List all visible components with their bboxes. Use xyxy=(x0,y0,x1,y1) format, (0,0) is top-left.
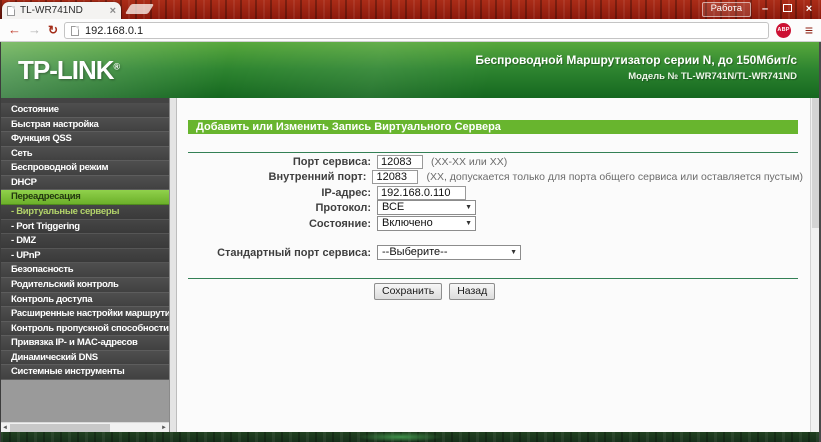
save-button[interactable]: Сохранить xyxy=(374,283,443,300)
window-controls: Работа – × xyxy=(701,1,817,17)
internal-port-row: Внутренний порт: (XX, допускается только… xyxy=(188,169,803,184)
sidebar-item-qss[interactable]: Функция QSS xyxy=(0,132,169,147)
sidebar-horizontal-scrollbar[interactable]: ◄ ► xyxy=(0,422,169,432)
sidebar-item-parental-control[interactable]: Родительский контроль xyxy=(0,277,169,293)
sidebar-item-quick-setup[interactable]: Быстрая настройка xyxy=(0,117,169,133)
tab-close-icon[interactable]: × xyxy=(110,5,116,16)
internal-port-hint: (XX, допускается только для порта общего… xyxy=(426,170,803,183)
ip-address-row: IP-адрес: xyxy=(188,185,803,200)
sidebar-item-dmz[interactable]: - DMZ xyxy=(0,234,169,249)
form-top-divider xyxy=(188,152,798,153)
tab-title: TL-WR741ND xyxy=(20,5,83,16)
common-service-port-label: Стандартный порт сервиса: xyxy=(217,246,371,259)
frame-divider xyxy=(169,98,177,432)
protocol-select[interactable]: ВСЕ ▼ xyxy=(377,200,476,215)
sidebar-item-ip-mac-binding[interactable]: Привязка IP- и MAC-адресов xyxy=(0,336,169,351)
chevron-down-icon: ▼ xyxy=(510,249,517,256)
hamburger-menu-icon[interactable]: ≡ xyxy=(805,22,813,39)
protocol-row: Протокол: ВСЕ ▼ xyxy=(188,200,803,215)
browser-toolbar: ← → ↻ 192.168.0.1 ABP ≡ xyxy=(0,19,821,42)
sidebar-item-access-control[interactable]: Контроль доступа xyxy=(0,292,169,308)
chevron-down-icon: ▼ xyxy=(465,220,472,227)
scrollbar-thumb[interactable] xyxy=(10,424,110,432)
registered-mark: ® xyxy=(113,61,121,72)
status-label: Состояние: xyxy=(308,217,371,230)
window-left-edge xyxy=(0,42,1,442)
close-button[interactable]: × xyxy=(801,3,817,16)
chevron-down-icon: ▼ xyxy=(465,204,472,211)
reload-icon[interactable]: ↻ xyxy=(48,21,58,39)
profile-button[interactable]: Работа xyxy=(701,1,751,17)
service-port-label: Порт сервиса: xyxy=(292,155,371,168)
status-selected-value: Включено xyxy=(382,217,433,229)
scrollbar-thumb[interactable] xyxy=(812,98,819,228)
status-row: Состояние: Включено ▼ xyxy=(188,216,803,231)
main-content: Добавить или Изменить Запись Виртуальног… xyxy=(177,98,810,432)
page-icon xyxy=(71,25,79,36)
sidebar-item-system-tools[interactable]: Системные инструменты xyxy=(0,365,169,380)
form-buttons: Сохранить Назад xyxy=(374,283,496,300)
sidebar-item-dynamic-dns[interactable]: Динамический DNS xyxy=(0,350,169,366)
sidebar: Состояние Быстрая настройка Функция QSS … xyxy=(0,98,169,432)
sidebar-item-status[interactable]: Состояние xyxy=(0,103,169,118)
adblock-icon[interactable]: ABP xyxy=(776,23,791,38)
sidebar-item-network[interactable]: Сеть xyxy=(0,146,169,162)
sidebar-item-wireless[interactable]: Беспроводной режим xyxy=(0,161,169,176)
sidebar-item-virtual-servers[interactable]: - Виртуальные серверы xyxy=(0,205,169,220)
form-bottom-divider xyxy=(188,278,798,279)
tplink-logo: TP-LINK® xyxy=(18,55,121,85)
tab-strip: TL-WR741ND × Работа – × xyxy=(0,0,821,19)
sidebar-item-security[interactable]: Безопасность xyxy=(0,263,169,278)
back-icon[interactable]: ← xyxy=(8,21,21,39)
internal-port-input[interactable] xyxy=(372,169,419,184)
url-bar[interactable]: 192.168.0.1 xyxy=(64,22,769,39)
new-tab-button[interactable] xyxy=(124,4,155,14)
ip-address-input[interactable] xyxy=(377,185,466,200)
protocol-label: Протокол: xyxy=(315,201,372,214)
back-button[interactable]: Назад xyxy=(449,283,496,300)
footer-strip xyxy=(0,432,819,442)
ip-address-label: IP-адрес: xyxy=(321,186,371,199)
common-service-port-selected-value: --Выберите-- xyxy=(382,246,448,258)
page-title: Добавить или Изменить Запись Виртуальног… xyxy=(188,120,798,134)
sidebar-item-upnp[interactable]: - UPnP xyxy=(0,248,169,264)
protocol-selected-value: ВСЕ xyxy=(382,201,405,213)
common-service-port-row: Стандартный порт сервиса: --Выберите-- ▼ xyxy=(188,245,803,260)
common-service-port-select[interactable]: --Выберите-- ▼ xyxy=(377,245,521,260)
service-port-input[interactable] xyxy=(377,154,423,169)
sidebar-menu: Состояние Быстрая настройка Функция QSS … xyxy=(0,98,169,380)
service-port-hint: (XX-XX или XX) xyxy=(431,155,508,168)
browser-tab[interactable]: TL-WR741ND × xyxy=(2,2,121,19)
restore-button[interactable] xyxy=(779,3,795,16)
tplink-header: TP-LINK® Беспроводной Маршрутизатор сери… xyxy=(0,42,819,98)
header-model-number: Модель № TL-WR741N/TL-WR741ND xyxy=(628,71,797,82)
favicon-page-icon xyxy=(7,5,15,16)
sidebar-item-forwarding[interactable]: Переадресация xyxy=(0,190,169,206)
forward-icon: → xyxy=(28,22,41,37)
sidebar-item-dhcp[interactable]: DHCP xyxy=(0,175,169,191)
sidebar-item-port-triggering[interactable]: - Port Triggering xyxy=(0,219,169,235)
browser-window: TL-WR741ND × Работа – × ← → ↻ 192.168.0.… xyxy=(0,0,821,442)
status-select[interactable]: Включено ▼ xyxy=(377,216,476,231)
content-vertical-scrollbar[interactable] xyxy=(810,98,819,432)
url-text[interactable]: 192.168.0.1 xyxy=(85,25,143,37)
sidebar-item-bandwidth-control[interactable]: Контроль пропускной способности xyxy=(0,321,169,337)
service-port-row: Порт сервиса: (XX-XX или XX) xyxy=(188,154,803,169)
router-page: TP-LINK® Беспроводной Маршрутизатор сери… xyxy=(0,42,821,442)
internal-port-label: Внутренний порт: xyxy=(268,170,367,183)
header-subtitle: Беспроводной Маршрутизатор серии N, до 1… xyxy=(475,53,797,67)
header-model-info: Беспроводной Маршрутизатор серии N, до 1… xyxy=(475,53,797,82)
sidebar-item-advanced-routing[interactable]: Расширенные настройки маршрутизации xyxy=(0,307,169,322)
minimize-button[interactable]: – xyxy=(757,3,773,16)
